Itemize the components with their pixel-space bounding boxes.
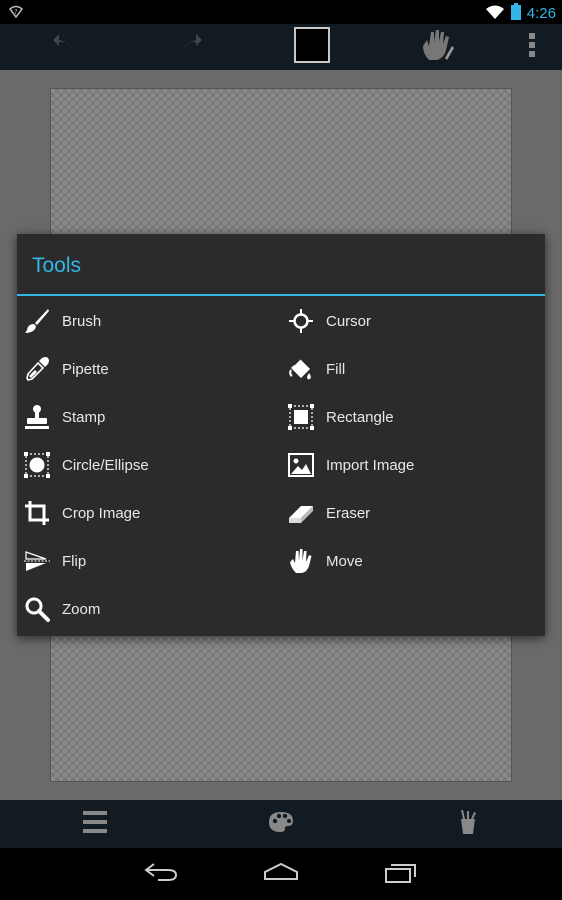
hand-tool-icon bbox=[419, 28, 455, 67]
move-icon bbox=[288, 548, 314, 574]
undo-button[interactable] bbox=[40, 24, 90, 70]
flip-icon bbox=[24, 548, 50, 574]
recents-button[interactable] bbox=[361, 848, 441, 900]
eraser-icon bbox=[288, 500, 314, 526]
tools-dialog: Tools Brush Cursor Pipette Fill Stamp Re… bbox=[17, 234, 545, 636]
tool-eraser[interactable]: Eraser bbox=[281, 491, 541, 535]
notification-icon: ? bbox=[8, 4, 24, 25]
tool-move[interactable]: Move bbox=[281, 539, 541, 583]
tool-import-image[interactable]: Import Image bbox=[281, 443, 541, 487]
back-button[interactable] bbox=[121, 848, 201, 900]
home-button[interactable] bbox=[241, 848, 321, 900]
wifi-icon bbox=[485, 4, 505, 25]
dialog-divider bbox=[17, 294, 545, 296]
menu-button[interactable] bbox=[70, 800, 120, 848]
navigation-bar bbox=[0, 848, 562, 900]
tool-crop-image[interactable]: Crop Image bbox=[17, 491, 277, 535]
brush-icon bbox=[24, 308, 50, 334]
crop-icon bbox=[24, 500, 50, 526]
status-bar: ? 4:26 bbox=[0, 0, 562, 24]
overflow-menu-icon bbox=[528, 32, 536, 63]
home-icon bbox=[263, 862, 299, 887]
zoom-icon bbox=[24, 596, 50, 622]
menu-icon bbox=[83, 810, 107, 839]
hand-tool-button[interactable] bbox=[412, 24, 462, 70]
palette-button[interactable] bbox=[256, 800, 306, 848]
back-icon bbox=[144, 862, 178, 887]
overflow-menu-button[interactable] bbox=[518, 24, 546, 70]
status-time: 4:26 bbox=[526, 5, 556, 22]
pipette-icon bbox=[24, 356, 50, 382]
stamp-icon bbox=[24, 404, 50, 430]
redo-icon bbox=[176, 31, 204, 64]
tool-stamp[interactable]: Stamp bbox=[17, 395, 277, 439]
tool-brush[interactable]: Brush bbox=[17, 299, 277, 343]
circle-icon bbox=[24, 452, 50, 478]
svg-text:?: ? bbox=[14, 8, 18, 16]
action-bar bbox=[0, 24, 562, 70]
tool-zoom[interactable]: Zoom bbox=[17, 587, 277, 631]
dialog-title: Tools bbox=[32, 254, 82, 277]
tools-button[interactable] bbox=[443, 800, 493, 848]
tool-flip[interactable]: Flip bbox=[17, 539, 277, 583]
fill-icon bbox=[288, 356, 314, 382]
image-icon bbox=[288, 452, 314, 478]
tool-cursor[interactable]: Cursor bbox=[281, 299, 541, 343]
tools-icon bbox=[457, 809, 479, 840]
tool-rectangle[interactable]: Rectangle bbox=[281, 395, 541, 439]
cursor-icon bbox=[288, 308, 314, 334]
palette-icon bbox=[268, 811, 294, 838]
rectangle-icon bbox=[288, 404, 314, 430]
bottom-toolbar bbox=[0, 800, 562, 848]
tool-pipette[interactable]: Pipette bbox=[17, 347, 277, 391]
tool-circle-ellipse[interactable]: Circle/Ellipse bbox=[17, 443, 277, 487]
redo-button[interactable] bbox=[165, 24, 215, 70]
tool-fill[interactable]: Fill bbox=[281, 347, 541, 391]
color-swatch[interactable] bbox=[294, 27, 330, 63]
battery-icon bbox=[510, 3, 521, 25]
recents-icon bbox=[384, 861, 418, 888]
undo-icon bbox=[51, 31, 79, 64]
